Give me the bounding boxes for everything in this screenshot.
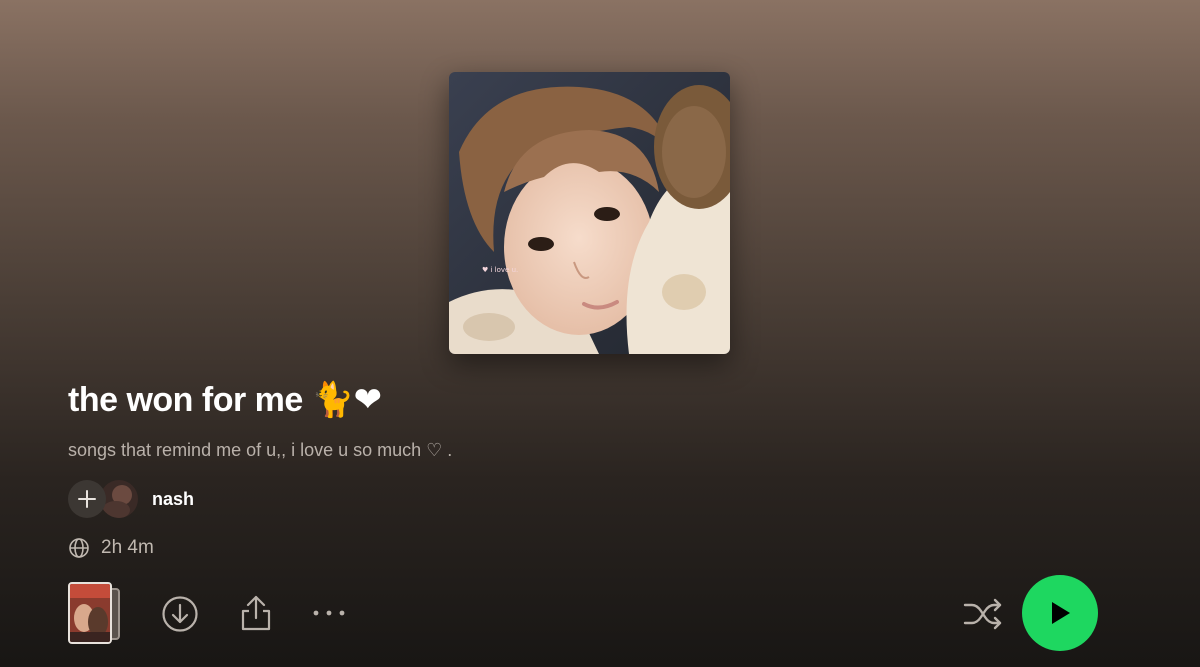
- plus-icon: [78, 490, 96, 508]
- cover-caption: ♥ i love u.: [482, 266, 518, 274]
- playlist-cover: ♥ i love u.: [449, 72, 730, 354]
- download-button[interactable]: [161, 595, 199, 633]
- owner-name-link[interactable]: nash: [152, 489, 194, 510]
- thumbnail-front: [68, 582, 112, 644]
- playlist-description: songs that remind me of u,, i love u so …: [68, 440, 453, 460]
- preview-thumbnail-stack[interactable]: [68, 582, 124, 644]
- play-button[interactable]: [1022, 575, 1098, 651]
- more-options-button[interactable]: [312, 602, 346, 624]
- owner-row: nash: [68, 480, 194, 518]
- playlist-meta: 2h 4m: [68, 536, 154, 560]
- shuffle-button[interactable]: [963, 595, 1003, 633]
- playlist-title: the won for me 🐈❤: [68, 381, 382, 419]
- share-icon: [241, 595, 271, 631]
- action-bar: [68, 575, 1128, 651]
- download-circle-icon: [162, 596, 198, 632]
- ellipsis-icon: [313, 610, 345, 616]
- playlist-duration: 2h 4m: [101, 537, 154, 558]
- add-collaborator-button[interactable]: [68, 480, 106, 518]
- share-button[interactable]: [238, 593, 274, 633]
- shuffle-icon: [963, 598, 1002, 630]
- play-icon: [1052, 602, 1070, 624]
- globe-icon: [69, 538, 89, 558]
